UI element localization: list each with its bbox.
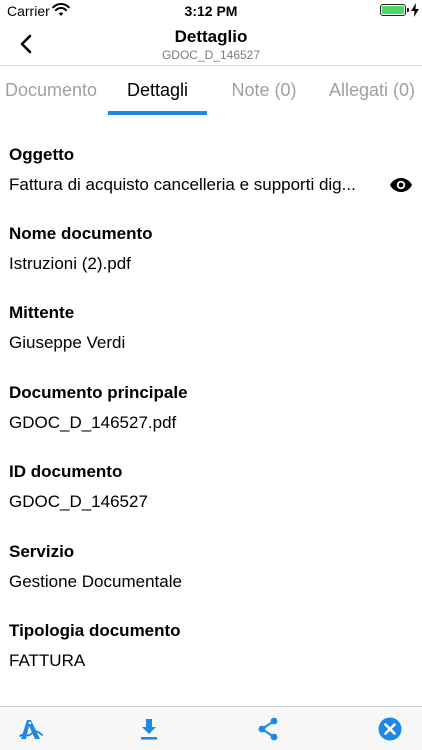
field-label: Servizio xyxy=(9,542,75,561)
field-oggetto: Oggetto Fattura di acquisto cancelleria … xyxy=(9,144,413,196)
tab-documento[interactable]: Documento xyxy=(0,67,102,117)
eye-icon[interactable] xyxy=(389,173,413,197)
field-id-documento: ID documento GDOC_D_146527 xyxy=(9,461,413,513)
close-circle-icon[interactable] xyxy=(377,716,403,742)
clock: 3:12 PM xyxy=(184,3,238,19)
tab-allegati[interactable]: Allegati (0) xyxy=(322,67,422,117)
share-icon[interactable] xyxy=(255,716,281,742)
tab-dettagli[interactable]: Dettagli xyxy=(108,67,207,117)
page-title: Dettaglio xyxy=(174,27,248,46)
sign-icon[interactable] xyxy=(18,716,44,742)
navigation-bar: Dettaglio GDOC_D_146527 xyxy=(0,22,422,66)
field-value: Istruzioni (2).pdf xyxy=(9,254,131,273)
field-label: ID documento xyxy=(9,462,123,481)
detail-content[interactable]: Oggetto Fattura di acquisto cancelleria … xyxy=(0,117,422,706)
status-bar: Carrier 3:12 PM xyxy=(0,0,422,22)
field-value: Fattura di acquisto cancelleria e suppor… xyxy=(9,175,356,194)
field-value: Gestione Documentale xyxy=(9,572,182,591)
field-tipologia-documento: Tipologia documento FATTURA xyxy=(9,620,413,672)
field-servizio: Servizio Gestione Documentale xyxy=(9,541,413,593)
field-value: GDOC_D_146527.pdf xyxy=(9,413,177,432)
field-label: Documento principale xyxy=(9,383,188,402)
field-label: Mittente xyxy=(9,303,75,322)
download-icon[interactable] xyxy=(136,716,162,742)
tab-bar: Documento Dettagli Note (0) Allegati (0) xyxy=(0,67,422,117)
field-nome-documento: Nome documento Istruzioni (2).pdf xyxy=(9,223,413,275)
tab-note[interactable]: Note (0) xyxy=(214,67,314,117)
field-value: GDOC_D_146527 xyxy=(9,492,148,511)
bottom-toolbar xyxy=(0,706,422,750)
battery-icon xyxy=(380,4,406,16)
active-tab-indicator xyxy=(108,111,207,115)
field-value: FATTURA xyxy=(9,651,86,670)
field-label: Oggetto xyxy=(9,145,75,164)
field-label: Tipologia documento xyxy=(9,621,181,640)
field-value: Giuseppe Verdi xyxy=(9,333,126,352)
field-documento-principale: Documento principale GDOC_D_146527.pdf xyxy=(9,382,413,434)
page-subtitle: GDOC_D_146527 xyxy=(161,48,261,62)
field-mittente: Mittente Giuseppe Verdi xyxy=(9,302,413,354)
charging-icon xyxy=(411,3,419,17)
field-label: Nome documento xyxy=(9,224,153,243)
